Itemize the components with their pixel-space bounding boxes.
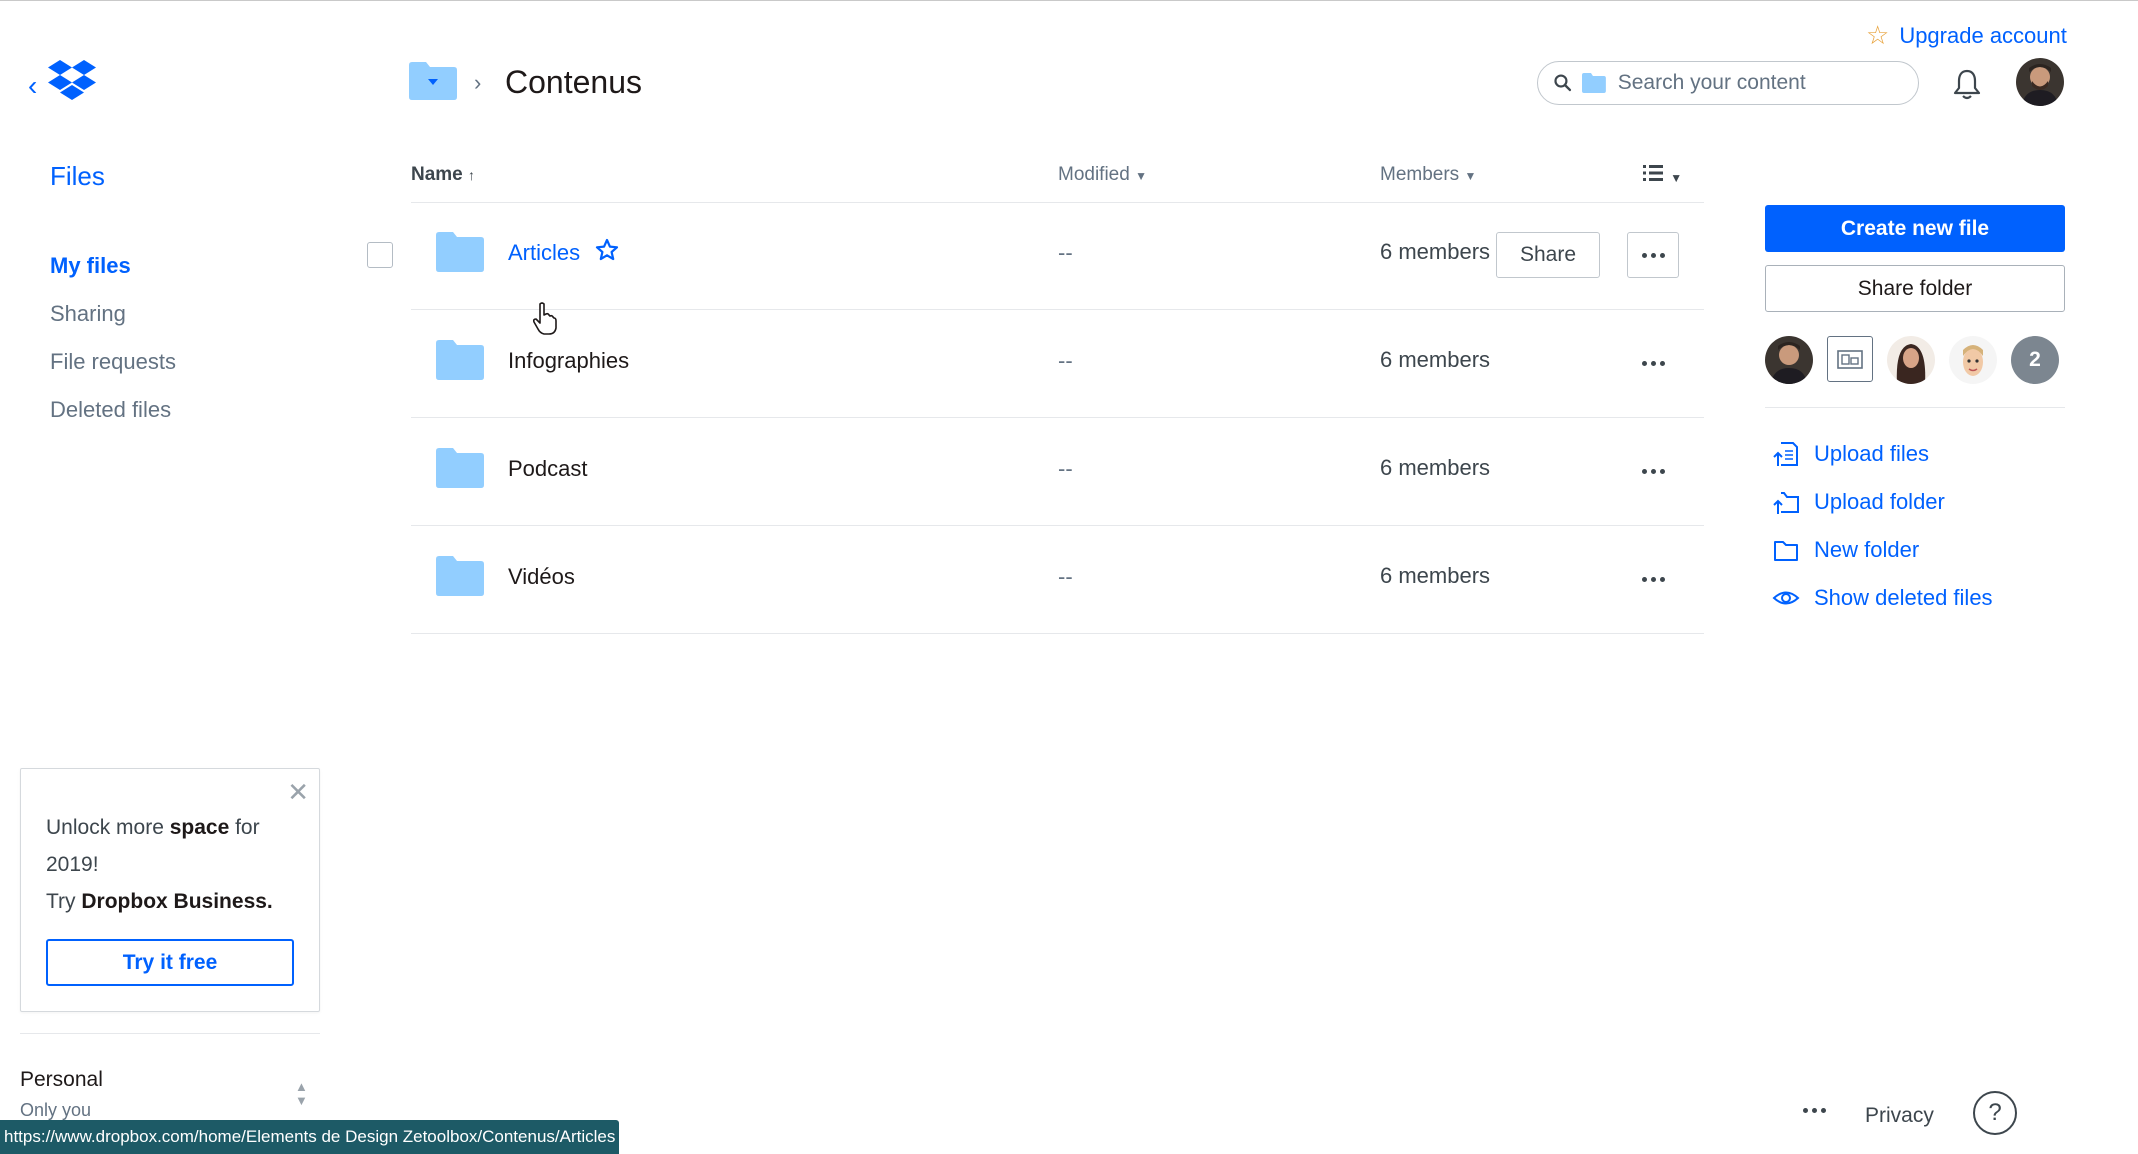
- new-folder-label: New folder: [1814, 537, 1920, 562]
- page-title: Contenus: [505, 64, 642, 100]
- dropbox-logo[interactable]: [48, 60, 96, 100]
- members-divider: [1765, 407, 2065, 408]
- member-avatar[interactable]: [1949, 336, 1997, 384]
- more-options-button[interactable]: [1627, 448, 1679, 494]
- more-dots-icon: [1641, 468, 1665, 474]
- caret-down-icon: ▼: [1670, 171, 1683, 185]
- try-it-free-button[interactable]: Try it free: [46, 939, 294, 986]
- sort-arrow-up-icon: ↑: [468, 167, 476, 183]
- status-bar-url: https://www.dropbox.com/home/Elements de…: [0, 1120, 620, 1154]
- more-options-button[interactable]: [1627, 232, 1679, 278]
- upgrade-account-link[interactable]: ☆ Upgrade account: [1866, 20, 2067, 51]
- sidebar-item-my-files[interactable]: My files: [50, 248, 176, 296]
- search-input[interactable]: [1615, 70, 1918, 96]
- table-row[interactable]: Articles -- 6 members Share: [367, 202, 1704, 310]
- sidebar-divider: [20, 1033, 320, 1034]
- members-value: 6 members: [1380, 455, 1491, 480]
- column-header-modified[interactable]: Modified ▼: [1058, 164, 1147, 186]
- create-new-file-button[interactable]: Create new file: [1765, 205, 2065, 252]
- sidebar-item-sharing[interactable]: Sharing: [50, 296, 176, 344]
- footer-more-button[interactable]: [1803, 1108, 1826, 1113]
- account-switcher-name[interactable]: Personal: [20, 1068, 103, 1092]
- breadcrumb-chevron-icon: ›: [474, 70, 482, 95]
- table-row[interactable]: Podcast -- 6 members: [411, 418, 1704, 526]
- folder-scope-icon: [1581, 73, 1606, 93]
- member-avatar[interactable]: [1765, 336, 1813, 384]
- show-deleted-files-action[interactable]: Show deleted files: [1772, 574, 1993, 622]
- star-outline-icon: ☆: [1866, 20, 1890, 50]
- members-value: 6 members: [1380, 563, 1491, 588]
- upgrade-account-label: Upgrade account: [1899, 22, 2067, 48]
- modified-value: --: [1058, 564, 1073, 589]
- account-switcher-subtitle: Only you: [20, 1100, 92, 1120]
- privacy-link[interactable]: Privacy: [1865, 1104, 1934, 1128]
- back-chevron-icon[interactable]: ‹: [28, 72, 37, 100]
- modified-value: --: [1058, 456, 1073, 481]
- modified-value: --: [1058, 240, 1073, 265]
- list-view-icon: [1643, 165, 1663, 181]
- new-folder-icon: [1774, 541, 1798, 561]
- bell-icon[interactable]: [1952, 68, 1982, 100]
- folder-icon: [436, 556, 484, 596]
- more-dots-icon: [1803, 1108, 1826, 1113]
- upload-folder-action[interactable]: Upload folder: [1772, 478, 1993, 526]
- search-icon: [1554, 74, 1572, 92]
- upload-folder-label: Upload folder: [1814, 489, 1945, 514]
- table-header: Name ↑ Modified ▼ Members ▼ ▼: [411, 158, 1704, 203]
- share-button[interactable]: Share: [1496, 232, 1600, 278]
- account-switcher-toggle-icon[interactable]: ▲ ▼: [295, 1080, 308, 1108]
- help-button[interactable]: ?: [1973, 1091, 2017, 1135]
- modified-value: --: [1058, 348, 1073, 373]
- file-name-link[interactable]: Articles: [508, 240, 580, 266]
- promo-text: Unlock more space for 2019! Try Dropbox …: [46, 816, 273, 913]
- user-avatar[interactable]: [2016, 58, 2064, 106]
- caret-down-icon: ▼: [1464, 169, 1477, 183]
- folder-actions: Upload files Upload folder New folder Sh…: [1772, 430, 1993, 622]
- close-icon[interactable]: ✕: [287, 777, 309, 808]
- show-deleted-files-label: Show deleted files: [1814, 585, 1993, 610]
- more-dots-icon: [1641, 360, 1665, 366]
- more-dots-icon: [1641, 576, 1665, 582]
- folder-icon: [436, 340, 484, 380]
- member-avatars: 2: [1765, 336, 2059, 384]
- star-icon[interactable]: [595, 238, 619, 262]
- more-options-button[interactable]: [1627, 340, 1679, 386]
- breadcrumb-folder-icon[interactable]: [409, 62, 457, 100]
- list-view-toggle[interactable]: ▼: [1643, 164, 1682, 188]
- more-options-button[interactable]: [1627, 556, 1679, 602]
- row-checkbox[interactable]: [367, 242, 393, 268]
- file-name-link[interactable]: Podcast: [508, 456, 588, 482]
- sidebar-title[interactable]: Files: [50, 161, 105, 192]
- folder-icon: [436, 448, 484, 488]
- column-header-members[interactable]: Members ▼: [1380, 164, 1476, 186]
- file-name-link[interactable]: Vidéos: [508, 564, 575, 590]
- extra-members-count[interactable]: 2: [2011, 336, 2059, 384]
- upload-files-action[interactable]: Upload files: [1772, 430, 1993, 478]
- hand-cursor-icon: [532, 302, 557, 335]
- upload-files-label: Upload files: [1814, 441, 1929, 466]
- file-name-link[interactable]: Infographies: [508, 348, 629, 374]
- member-avatar[interactable]: [1887, 336, 1935, 384]
- members-value: 6 members: [1380, 239, 1491, 264]
- members-value: 6 members: [1380, 347, 1491, 372]
- table-row[interactable]: Infographies -- 6 members: [411, 310, 1704, 418]
- window-top-border: [0, 0, 2138, 1]
- search-box[interactable]: [1537, 61, 1919, 105]
- sidebar-nav: My files Sharing File requests Deleted f…: [50, 248, 176, 440]
- eye-icon: [1772, 591, 1800, 605]
- more-dots-icon: [1641, 252, 1665, 258]
- new-folder-action[interactable]: New folder: [1772, 526, 1993, 574]
- share-folder-button[interactable]: Share folder: [1765, 265, 2065, 312]
- sidebar-item-deleted-files[interactable]: Deleted files: [50, 392, 176, 440]
- column-header-name[interactable]: Name ↑: [411, 164, 475, 186]
- team-building-icon[interactable]: [1827, 336, 1873, 382]
- upload-folder-icon: [1773, 492, 1799, 514]
- folder-icon: [436, 232, 484, 272]
- upload-file-icon: [1773, 442, 1798, 466]
- upgrade-promo-card: ✕ Unlock more space for 2019! Try Dropbo…: [20, 768, 320, 1012]
- caret-down-icon: ▼: [1135, 169, 1147, 183]
- sidebar-item-file-requests[interactable]: File requests: [50, 344, 176, 392]
- table-row[interactable]: Vidéos -- 6 members: [411, 526, 1704, 634]
